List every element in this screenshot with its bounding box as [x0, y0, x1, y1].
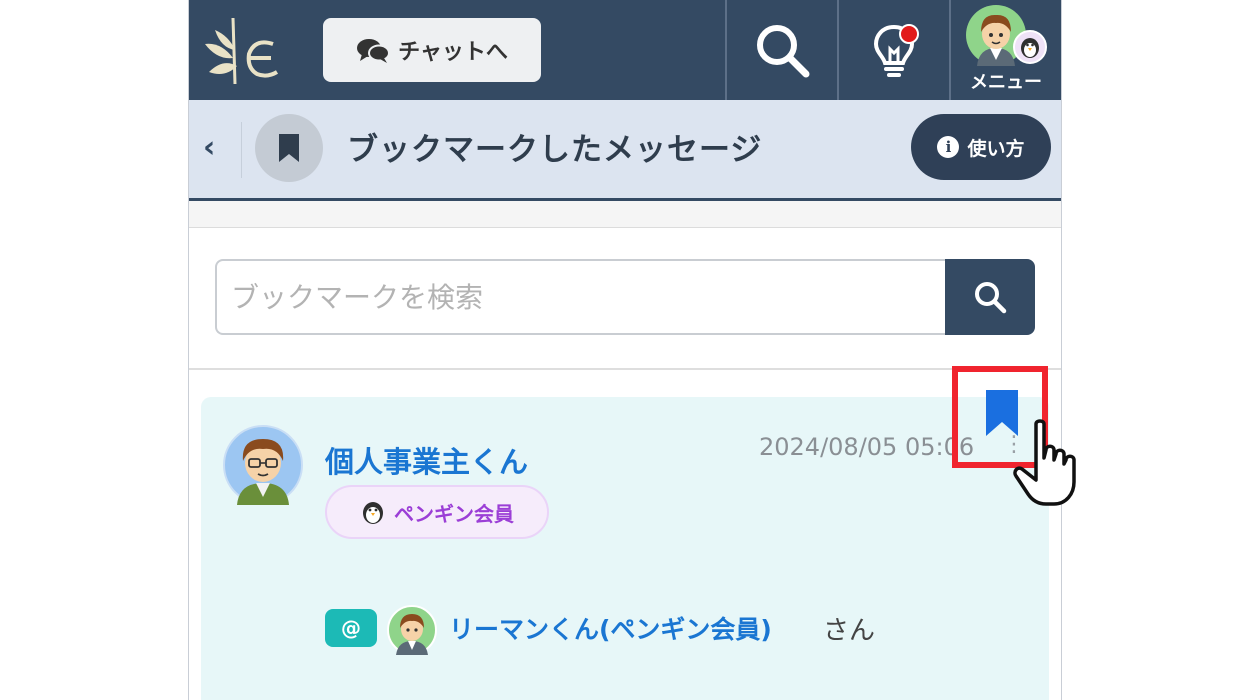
how-to-button[interactable]: i 使い方 — [911, 114, 1051, 180]
search-submit-button[interactable] — [945, 259, 1035, 335]
message-timestamp: 2024/08/05 05:06 — [759, 433, 975, 461]
search-nav-button[interactable] — [727, 0, 837, 100]
bookmark-badge-icon — [255, 114, 323, 182]
penguin-icon — [363, 502, 383, 524]
chat-button[interactable]: チャットへ — [323, 18, 541, 82]
bookmark-search-input[interactable] — [215, 259, 945, 335]
info-icon: i — [937, 136, 960, 158]
notification-dot — [899, 24, 919, 44]
hand-pointer-icon — [1013, 419, 1076, 506]
menu-label: メニュー — [970, 72, 1042, 93]
tips-nav-button[interactable] — [839, 0, 949, 100]
author-name[interactable]: 個人事業主くん — [325, 439, 528, 481]
member-badge-label: ペンギン会員 — [394, 501, 514, 526]
spacer-strip — [189, 201, 1061, 228]
back-button[interactable]: ‹ — [203, 130, 215, 165]
top-nav: チャットへ メニュー — [189, 0, 1061, 100]
member-badge: ペンギン会員 — [325, 485, 549, 539]
search-icon — [757, 25, 810, 78]
page-title: ブックマークしたメッセージ — [347, 132, 763, 168]
menu-nav-button[interactable]: メニュー — [951, 0, 1061, 100]
how-to-label: 使い方 — [967, 137, 1025, 160]
title-bar: ‹ ブックマークしたメッセージ i 使い方 — [189, 100, 1061, 201]
logo-icon[interactable] — [197, 14, 281, 88]
search-icon — [975, 282, 1007, 314]
chat-button-label: チャットへ — [398, 40, 508, 65]
search-row — [189, 228, 1061, 370]
mention-suffix: さん — [823, 616, 876, 646]
title-bar-divider — [241, 122, 242, 178]
message-card[interactable]: 個人事業主くん ペンギン会員 2024/08/05 05:06 ⋮ @ リーマン… — [201, 397, 1049, 700]
mention-avatar[interactable] — [387, 605, 437, 655]
mention-name-link[interactable]: リーマンくん(ペンギン会員) — [449, 610, 772, 646]
mention-at-badge: @ — [325, 609, 377, 647]
app-screen: チャットへ メニュー ‹ ブックマークしたメッセージ i 使い方 ブックマークを… — [188, 0, 1062, 700]
chat-icon — [357, 39, 391, 63]
author-avatar[interactable] — [223, 425, 303, 505]
penguin-icon — [1013, 30, 1047, 64]
